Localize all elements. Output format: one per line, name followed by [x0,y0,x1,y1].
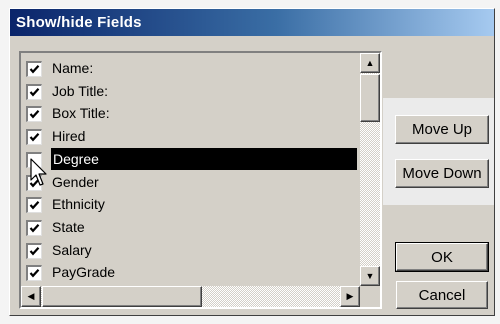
scroll-right-button[interactable]: ▶ [340,286,360,307]
field-label: State [52,218,85,235]
scroll-down-button[interactable]: ▼ [360,266,380,286]
checkmark-icon [29,269,40,278]
checkmark-icon [29,65,40,74]
field-label: Gender [52,173,99,190]
field-label: PayGrade [52,264,116,281]
field-checkbox[interactable] [26,265,42,282]
field-label: Hired [52,128,86,145]
field-checkbox[interactable] [26,242,42,259]
list-item[interactable]: Degree [21,147,360,170]
checkmark-icon [29,201,40,210]
field-label: Degree [51,147,357,170]
field-checkbox[interactable] [26,83,42,100]
field-label: Salary [52,241,92,258]
scrollbar-corner [360,286,380,307]
field-label: Job Title: [52,82,109,99]
fields-list[interactable]: Name: Job Title: Box Title: Hired Degree Gend… [21,53,360,286]
move-down-button[interactable]: Move Down [395,159,489,188]
list-item[interactable]: State [21,216,360,238]
field-label: Ethnicity [52,196,105,213]
horizontal-scroll-thumb[interactable] [42,286,202,307]
horizontal-scrollbar[interactable]: ◀ ▶ [21,286,360,307]
cancel-button[interactable]: Cancel [396,281,488,309]
checkmark-icon [29,133,40,142]
scroll-left-button[interactable]: ◀ [21,286,41,307]
list-item[interactable]: Salary [21,239,360,261]
title-bar[interactable]: Show/hide Fields [10,9,494,36]
checkmark-icon [29,223,40,233]
vertical-scrollbar[interactable]: ▲ ▼ [360,53,380,286]
checkmark-icon [29,87,40,97]
field-checkbox[interactable] [26,219,42,236]
move-up-button[interactable]: Move Up [395,115,489,144]
checkmark-icon [29,246,40,256]
list-item[interactable]: PayGrade [21,261,360,283]
field-checkbox[interactable] [26,61,42,77]
vertical-scroll-thumb[interactable] [360,74,380,122]
list-item[interactable]: Hired [21,125,360,147]
field-label: Box Title: [52,105,110,122]
list-item[interactable]: Job Title: [21,80,360,102]
field-label: Name: [52,60,94,76]
scroll-up-button[interactable]: ▲ [360,53,380,73]
fields-listbox[interactable]: Name: Job Title: Box Title: Hired Degree Gend… [19,51,382,309]
field-checkbox[interactable] [26,129,42,146]
ok-button[interactable]: OK [395,242,489,272]
field-checkbox[interactable] [26,106,42,123]
show-hide-fields-dialog: Show/hide Fields Name: Job Title: Box Titl… [9,8,495,316]
list-item[interactable]: Box Title: [21,102,360,124]
checkmark-icon [29,110,40,119]
list-item[interactable]: Gender [21,171,360,193]
list-item[interactable]: Ethnicity [21,193,360,215]
mouse-pointer-icon [30,158,47,186]
field-checkbox[interactable] [26,197,42,214]
list-item[interactable]: Name: [21,57,360,79]
